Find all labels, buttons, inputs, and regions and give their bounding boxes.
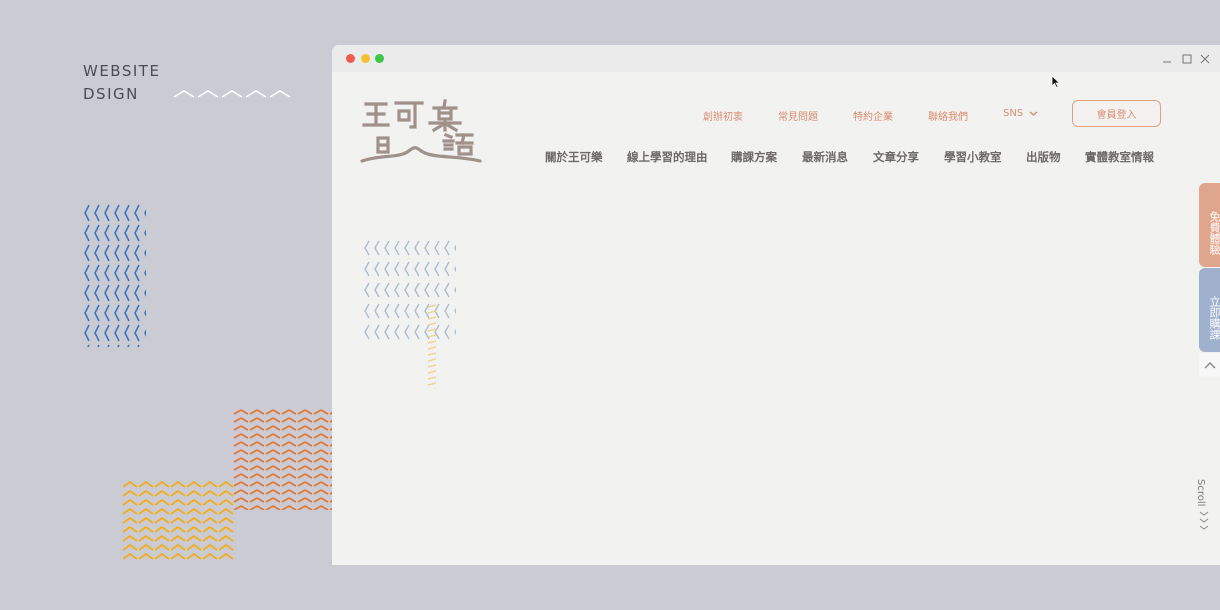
minimize-icon[interactable] [1160, 52, 1174, 66]
side-title-line2: DSIGN [83, 85, 139, 103]
mainnav-why-online[interactable]: 線上學習的理由 [627, 149, 708, 165]
window-titlebar [332, 45, 1220, 72]
back-to-top-button[interactable] [1199, 353, 1220, 377]
buy-now-tab[interactable]: 立即購課 [1199, 268, 1220, 352]
chevron-down-icon [1029, 110, 1038, 116]
yellow-wave-pattern [122, 480, 234, 560]
mainnav-articles[interactable]: 文章分享 [873, 149, 919, 165]
orange-wave-pattern [233, 408, 333, 510]
zoom-dot-icon[interactable] [375, 54, 384, 63]
mainnav-learning-classroom[interactable]: 學習小教室 [944, 149, 1002, 165]
topnav-sns-dropdown[interactable]: SNS [1003, 108, 1038, 119]
topnav-faq[interactable]: 常見問題 [778, 108, 818, 123]
mainnav-publications[interactable]: 出版物 [1026, 149, 1061, 165]
member-login-button[interactable]: 會員登入 [1072, 100, 1161, 127]
wave-decoration [173, 90, 291, 98]
light-yellow-stripe-pattern [425, 303, 439, 389]
minimize-dot-icon[interactable] [361, 54, 370, 63]
stage: WEBSITE DSIGN 創辦初衷 常見問題 特約企業 聯絡我們 SNS 會員… [0, 0, 1220, 610]
mainnav-course-plans[interactable]: 購課方案 [731, 149, 777, 165]
browser-window: 創辦初衷 常見問題 特約企業 聯絡我們 SNS 會員登入 關於王可樂 線上學習的… [332, 45, 1220, 565]
sns-label: SNS [1003, 108, 1024, 119]
chevron-right-icon [1199, 511, 1209, 530]
light-blue-chevron-pattern [362, 238, 456, 342]
free-trial-tab[interactable]: 免費體驗 [1199, 183, 1220, 267]
topnav-partner-companies[interactable]: 特約企業 [853, 108, 893, 123]
side-title-line1: WEBSITE [83, 62, 161, 80]
close-icon[interactable] [1198, 52, 1212, 66]
mainnav-physical-classroom[interactable]: 實體教室情報 [1085, 149, 1154, 165]
scroll-label: Scroll [1195, 479, 1206, 507]
blue-chevron-pattern [82, 203, 146, 347]
site-logo[interactable] [360, 97, 482, 169]
side-title: WEBSITE DSIGN [83, 60, 160, 106]
maximize-icon[interactable] [1180, 52, 1194, 66]
mainnav-about[interactable]: 關於王可樂 [545, 149, 603, 165]
topnav-contact[interactable]: 聯絡我們 [928, 108, 968, 123]
mainnav-news[interactable]: 最新消息 [802, 149, 848, 165]
close-dot-icon[interactable] [346, 54, 355, 63]
chevron-up-icon [1204, 361, 1216, 368]
mouse-pointer-icon [1051, 75, 1061, 89]
topnav-founding-story[interactable]: 創辦初衷 [703, 108, 743, 123]
